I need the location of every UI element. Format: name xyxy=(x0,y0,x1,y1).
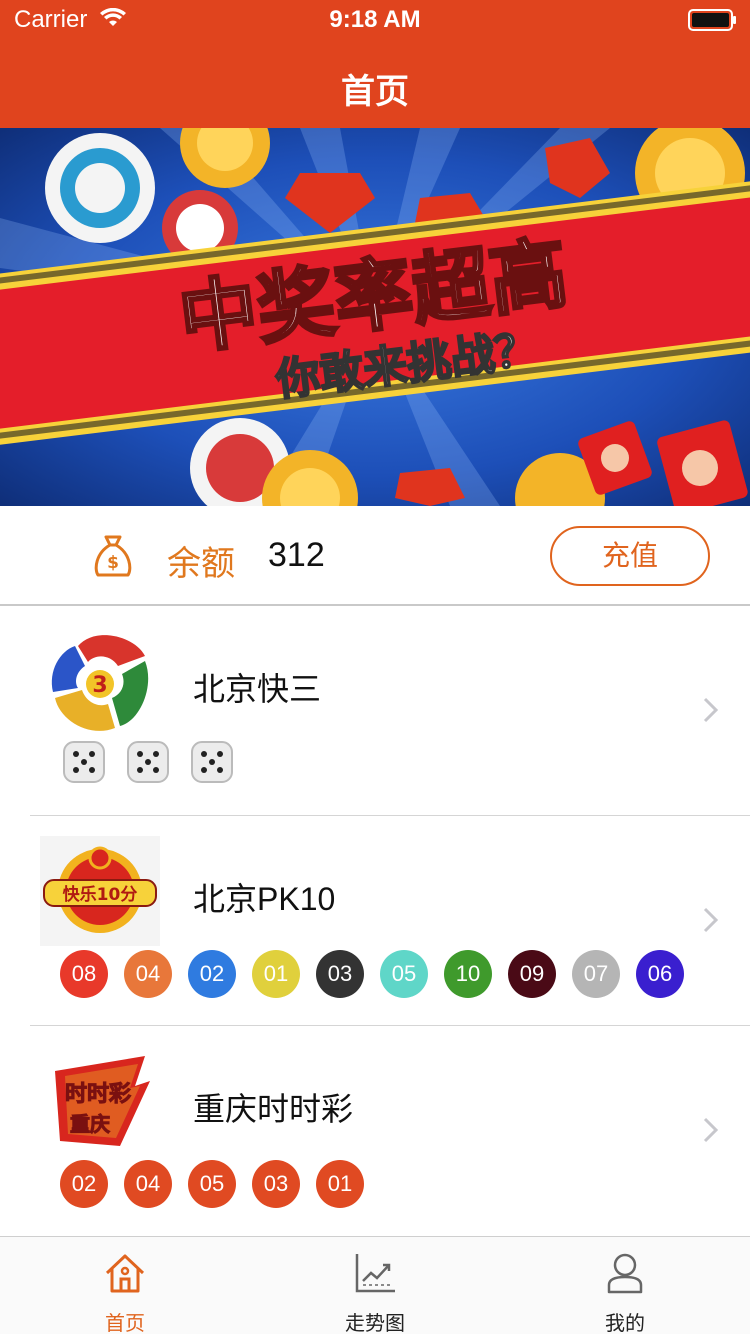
clock: 9:18 AM xyxy=(329,6,421,33)
result-ball: 01 xyxy=(252,950,300,998)
k3-logo-icon: 3 xyxy=(40,626,160,736)
game-name: 重庆时时彩 xyxy=(193,1091,354,1127)
result-ball: 02 xyxy=(60,1160,108,1208)
tab-label: 首页 xyxy=(105,1313,145,1334)
result-ball: 09 xyxy=(508,950,556,998)
chevron-right-icon xyxy=(702,696,720,729)
result-ball: 06 xyxy=(636,950,684,998)
tab-label: 走势图 xyxy=(345,1313,405,1334)
money-bag-icon: $ xyxy=(90,533,136,584)
promo-banner[interactable]: 中奖率超高 你敢来挑战？ xyxy=(0,128,750,506)
trend-chart-icon xyxy=(353,1251,397,1300)
recharge-button[interactable]: 充值 xyxy=(550,526,710,586)
game-name: 北京PK10 xyxy=(193,881,336,917)
result-ball: 01 xyxy=(316,1160,364,1208)
result-ball: 04 xyxy=(124,1160,172,1208)
game-name: 北京快三 xyxy=(193,671,322,707)
dice-icon xyxy=(190,740,234,789)
result-ball: 07 xyxy=(572,950,620,998)
home-icon xyxy=(103,1251,147,1300)
svg-text:时时彩: 时时彩 xyxy=(65,1082,131,1107)
tab-trend[interactable]: 走势图 xyxy=(250,1237,500,1334)
kuaile-10fen-logo-icon: 快乐10分 xyxy=(40,836,160,946)
tab-profile[interactable]: 我的 xyxy=(500,1237,750,1334)
tab-home[interactable]: 首页 xyxy=(0,1237,250,1334)
dice-icon xyxy=(62,740,106,789)
shishicai-logo-icon: 时时彩 重庆 xyxy=(40,1046,160,1156)
list-item-beijing-pk10[interactable]: 快乐10分 北京PK10 08 04 02 01 03 05 10 09 07 … xyxy=(0,816,750,1026)
user-icon xyxy=(603,1251,647,1300)
status-bar: Carrier 9:18 AM xyxy=(0,0,750,40)
chevron-right-icon xyxy=(702,1116,720,1149)
balance-row: $ 余额 312 充值 xyxy=(0,506,750,606)
chevron-right-icon xyxy=(702,906,720,939)
balance-label: 余额 xyxy=(167,545,235,583)
svg-text:$: $ xyxy=(107,553,119,573)
result-ball: 03 xyxy=(252,1160,300,1208)
list-item-chongqing-ssc[interactable]: 时时彩 重庆 重庆时时彩 02 04 05 03 01 xyxy=(0,1026,750,1236)
svg-text:3: 3 xyxy=(92,673,107,698)
result-ball: 10 xyxy=(444,950,492,998)
result-ball: 08 xyxy=(60,950,108,998)
svg-text:快乐10分: 快乐10分 xyxy=(63,884,138,905)
result-ball: 05 xyxy=(188,1160,236,1208)
result-ball: 05 xyxy=(380,950,428,998)
balance-value: 312 xyxy=(268,536,325,574)
tab-label: 我的 xyxy=(605,1313,645,1334)
svg-text:重庆: 重庆 xyxy=(70,1112,110,1136)
list-item-beijing-k3[interactable]: 3 北京快三 xyxy=(0,606,750,816)
result-ball: 02 xyxy=(188,950,236,998)
dice-icon xyxy=(126,740,170,789)
result-ball: 04 xyxy=(124,950,172,998)
result-ball: 03 xyxy=(316,950,364,998)
battery-icon xyxy=(688,9,738,36)
tab-bar: 首页 走势图 我的 xyxy=(0,1236,750,1334)
nav-bar: 首页 xyxy=(0,40,750,128)
page-title: 首页 xyxy=(341,73,409,111)
